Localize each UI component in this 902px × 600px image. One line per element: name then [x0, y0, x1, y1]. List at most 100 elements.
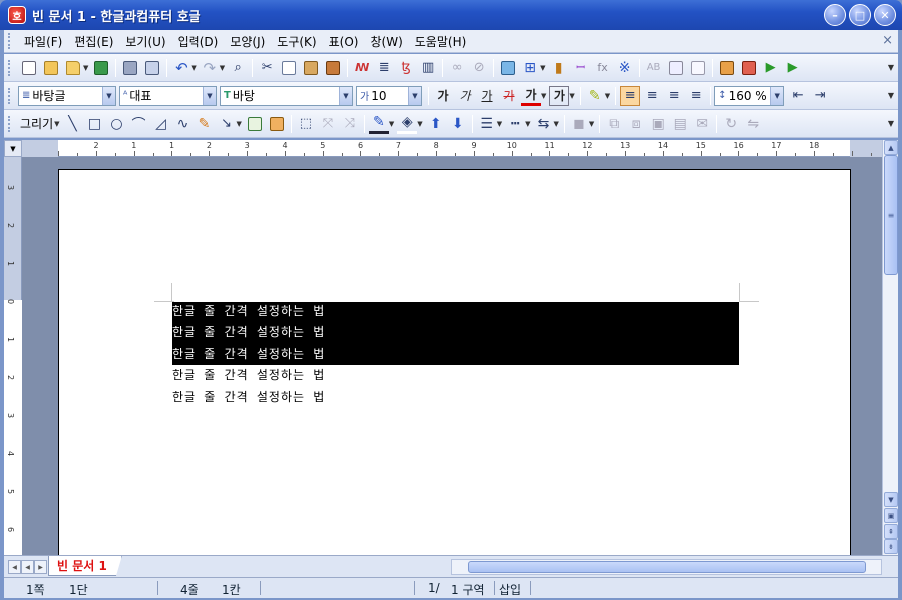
menu-view[interactable]: 보기(U) [119, 33, 171, 50]
open-folder-icon[interactable] [63, 58, 83, 78]
fill-color-icon[interactable]: ◈ [397, 114, 418, 134]
text-line[interactable]: 한글 줄 간격 설정하는 법 [172, 302, 325, 319]
tab-prev-icon[interactable]: ◀ [21, 560, 34, 574]
line-tool-icon[interactable]: ╲ [63, 114, 83, 134]
align-objects-icon[interactable]: ▣ [648, 114, 668, 134]
strikethrough-button[interactable]: 가 [499, 86, 519, 106]
chevron-down-icon[interactable]: ▼ [339, 86, 352, 105]
page[interactable]: 한글 줄 간격 설정하는 법 한글 줄 간격 설정하는 법 한글 줄 간격 설정… [58, 169, 851, 555]
shadow-icon[interactable]: ◼ [569, 114, 589, 134]
font-size-select[interactable]: 가 10 ▼ [356, 85, 422, 106]
underline-button[interactable]: 가 [477, 86, 497, 106]
new-document-icon[interactable] [19, 58, 39, 78]
tab-document-1[interactable]: 빈 문서 1 [48, 556, 122, 576]
line-color-icon[interactable]: ✎ [368, 114, 389, 134]
minimize-button[interactable]: – [824, 4, 846, 26]
chevron-down-icon[interactable]: ▼ [525, 120, 530, 128]
char-shape-button[interactable]: 가 [549, 85, 570, 106]
horizontal-scroll-thumb[interactable] [468, 561, 866, 573]
horizontal-scrollbar[interactable] [451, 559, 882, 575]
align-center-icon[interactable]: ≡ [664, 86, 684, 106]
text-line[interactable]: 한글 줄 간격 설정하는 법 [172, 345, 325, 362]
line-style-icon[interactable]: ☰ [477, 114, 497, 134]
toolbar-grip[interactable] [8, 59, 12, 76]
ellipse-tool-icon[interactable]: ○ [107, 114, 127, 134]
line-spacing-select[interactable]: ↕ 160 % ▼ [714, 85, 785, 106]
mail-merge-icon[interactable]: ✉ [692, 114, 712, 134]
style-select[interactable]: ≣ 바탕글 ▼ [18, 85, 116, 106]
chevron-down-icon[interactable]: ▼ [770, 86, 784, 105]
chart-icon[interactable]: ▮ [549, 58, 569, 78]
textart-icon[interactable]: ꟷ [571, 58, 591, 78]
tab-first-icon[interactable]: ◀ [8, 560, 21, 574]
chevron-down-icon[interactable]: ▼ [237, 120, 242, 128]
undo-icon[interactable]: ↶ [171, 58, 191, 78]
font-select[interactable]: T 바탕 ▼ [220, 85, 353, 106]
maximize-button[interactable]: □ [849, 4, 871, 26]
page-icon[interactable]: ▣ [884, 508, 898, 523]
macro-play2-icon[interactable]: ▶ [783, 58, 803, 78]
app-icon[interactable]: 호 [8, 6, 26, 24]
text-color-button[interactable]: 가 [521, 86, 541, 106]
memo-icon[interactable] [717, 58, 737, 78]
italic-button[interactable]: 가 [455, 86, 475, 106]
shape-gallery-icon[interactable] [267, 114, 287, 134]
spell-check-icon[interactable]: ꟿ [352, 58, 372, 78]
toolbar-more-icon[interactable]: ▼ [888, 63, 894, 72]
menu-help[interactable]: 도움말(H) [409, 33, 473, 50]
copy-icon[interactable] [279, 58, 299, 78]
flip-icon[interactable]: ⇋ [743, 114, 763, 134]
print-icon[interactable] [120, 58, 140, 78]
cut-icon[interactable]: ✂ [257, 58, 277, 78]
vertical-ruler[interactable]: 3 2 1 0 1 2 3 4 5 6 [4, 157, 22, 555]
toolbar-grip[interactable] [8, 115, 12, 132]
document-area[interactable]: 한글 줄 간격 설정하는 법 한글 줄 간격 설정하는 법 한글 줄 간격 설정… [22, 157, 882, 555]
text-line[interactable]: 한글 줄 간격 설정하는 법 [172, 366, 325, 383]
paste-icon[interactable] [301, 58, 321, 78]
toolbar-grip[interactable] [8, 33, 12, 49]
text-line[interactable]: 한글 줄 간격 설정하는 법 [172, 323, 325, 340]
macro-play-icon[interactable]: ▶ [761, 58, 781, 78]
chevron-down-icon[interactable]: ▼ [569, 92, 574, 100]
bold-button[interactable]: 가 [433, 86, 453, 106]
arc-tool-icon[interactable]: ⌒ [129, 114, 149, 134]
scroll-thumb[interactable]: ≡ [884, 155, 898, 275]
chevron-down-icon[interactable]: ▼ [408, 86, 421, 105]
language-select[interactable]: ᴬ 대표 ▼ [119, 85, 217, 106]
horizontal-ruler[interactable]: 2 1 1 2 3 4 5 6 7 8 9 10 11 12 13 14 15 16 17 18 [22, 140, 891, 157]
formula-icon[interactable]: fx [593, 58, 613, 78]
chevron-down-icon[interactable]: ▼ [191, 64, 196, 72]
columns-icon[interactable]: ▥ [418, 58, 438, 78]
highlighter-icon[interactable]: ✎ [585, 86, 605, 106]
bring-forward-icon[interactable]: ⬆ [426, 114, 446, 134]
chevron-down-icon[interactable]: ▼ [541, 92, 546, 100]
toolbar-more-icon[interactable]: ▼ [888, 119, 894, 128]
chevron-down-icon[interactable]: ▼ [203, 86, 216, 105]
rotate-object-icon[interactable]: ⤧ [318, 114, 338, 134]
arrow-style-icon[interactable]: ⇆ [533, 114, 553, 134]
decrease-indent-icon[interactable]: ⇤ [788, 86, 808, 106]
chevron-down-icon[interactable]: ▼ [497, 120, 502, 128]
send-backward-icon[interactable]: ⬇ [448, 114, 468, 134]
increase-indent-icon[interactable]: ⇥ [810, 86, 830, 106]
draw-menu-label[interactable]: 그리기 [20, 115, 53, 132]
chevron-down-icon[interactable]: ▼ [605, 92, 610, 100]
textbox-tool-icon[interactable] [245, 114, 265, 134]
align-right-icon[interactable]: ≡ [686, 86, 706, 106]
toolbar-more-icon[interactable]: ▼ [888, 91, 894, 100]
chevron-down-icon[interactable]: ▼ [553, 120, 558, 128]
scroll-up-icon[interactable]: ▲ [884, 140, 898, 155]
redo-icon[interactable]: ↷ [200, 58, 220, 78]
menu-table[interactable]: 표(O) [323, 33, 365, 50]
tab-next-icon[interactable]: ▶ [34, 560, 47, 574]
pencil-tool-icon[interactable]: ✎ [195, 114, 215, 134]
menu-edit[interactable]: 편집(E) [68, 33, 119, 50]
toolbar-grip[interactable] [8, 87, 12, 104]
page-down-icon[interactable]: ⇟ [884, 539, 898, 554]
chevron-down-icon[interactable]: ▼ [83, 64, 88, 72]
menu-window[interactable]: 창(W) [364, 33, 408, 50]
scroll-down-icon[interactable]: ▼ [884, 492, 898, 507]
picture-icon[interactable] [498, 58, 518, 78]
connector-tool-icon[interactable]: ↘ [217, 114, 237, 134]
chevron-down-icon[interactable]: ▼ [389, 120, 394, 128]
